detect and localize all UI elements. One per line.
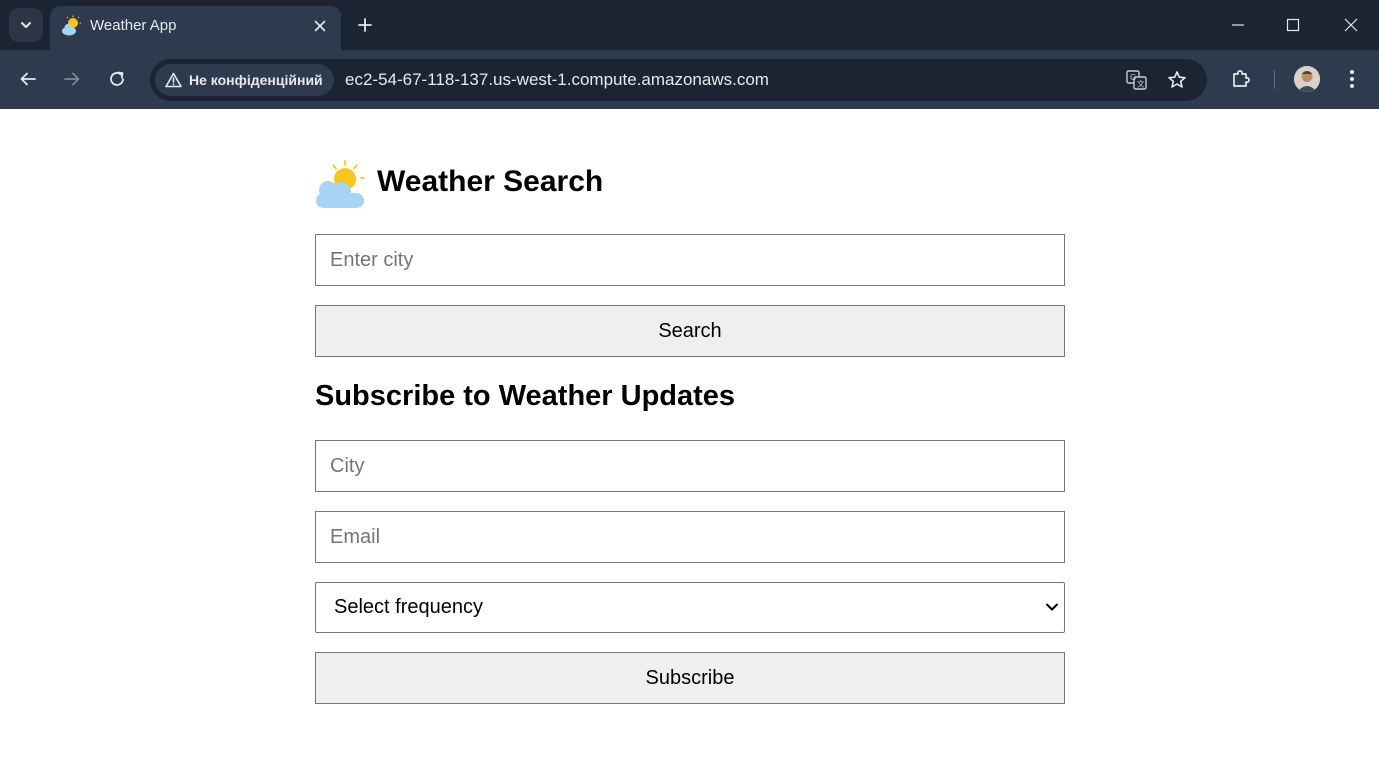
reload-button[interactable] — [102, 64, 132, 94]
maximize-button[interactable] — [1273, 5, 1313, 45]
tab-close-button[interactable] — [309, 15, 331, 37]
close-icon — [1344, 18, 1358, 32]
page-title: Weather Search — [377, 165, 604, 198]
toolbar-divider — [1274, 70, 1275, 89]
profile-avatar[interactable] — [1294, 66, 1320, 92]
maximize-icon — [1286, 18, 1300, 32]
avatar-icon — [1294, 66, 1320, 92]
bookmark-button[interactable] — [1164, 67, 1190, 93]
chevron-down-icon — [21, 22, 31, 28]
tab-title: Weather App — [90, 17, 177, 34]
arrow-left-icon — [20, 72, 36, 86]
minimize-icon — [1232, 24, 1244, 26]
page-header: Weather Search — [315, 157, 1065, 213]
back-button[interactable] — [13, 64, 43, 94]
svg-text:文: 文 — [1137, 79, 1145, 89]
subscribe-email-input[interactable] — [315, 511, 1065, 563]
browser-toolbar: Не конфіденційний ec2-54-67-118-137.us-w… — [0, 50, 1379, 109]
reload-icon — [110, 71, 124, 86]
close-icon — [314, 20, 326, 32]
arrow-right-icon — [64, 72, 80, 86]
browser-menu-button[interactable] — [1337, 64, 1367, 94]
frequency-select[interactable]: Select frequency — [315, 582, 1065, 633]
plus-icon — [358, 18, 372, 32]
new-tab-button[interactable] — [350, 10, 380, 40]
translate-button[interactable]: G文 — [1124, 67, 1150, 93]
translate-icon: G文 — [1126, 70, 1147, 90]
more-vertical-icon — [1350, 70, 1354, 88]
sun-behind-cloud-icon — [316, 160, 365, 208]
subscribe-city-input[interactable] — [315, 440, 1065, 492]
subscribe-button[interactable]: Subscribe — [315, 652, 1065, 704]
tab-search-button[interactable] — [9, 8, 43, 42]
star-outline-icon — [1168, 71, 1186, 88]
search-button[interactable]: Search — [315, 305, 1065, 357]
city-search-input[interactable] — [315, 234, 1065, 286]
forward-button[interactable] — [57, 64, 87, 94]
minimize-button[interactable] — [1218, 5, 1258, 45]
window-close-button[interactable] — [1331, 5, 1371, 45]
address-bar[interactable]: Не конфіденційний ec2-54-67-118-137.us-w… — [150, 59, 1207, 101]
puzzle-icon — [1233, 70, 1250, 87]
security-label: Не конфіденційний — [189, 72, 323, 88]
chevron-down-icon — [1046, 603, 1058, 611]
subscribe-section-title: Subscribe to Weather Updates — [315, 380, 736, 412]
security-indicator[interactable]: Не конфіденційний — [155, 64, 334, 96]
url-text[interactable]: ec2-54-67-118-137.us-west-1.compute.amaz… — [345, 70, 769, 90]
svg-text:G: G — [1130, 73, 1136, 82]
frequency-select-value: Select frequency — [334, 596, 483, 618]
sun-behind-cloud-icon — [62, 15, 81, 36]
browser-tab-active[interactable]: Weather App — [50, 6, 341, 50]
warning-icon — [165, 72, 182, 88]
browser-titlebar: Weather App — [0, 0, 1379, 50]
extensions-button[interactable] — [1226, 64, 1256, 94]
